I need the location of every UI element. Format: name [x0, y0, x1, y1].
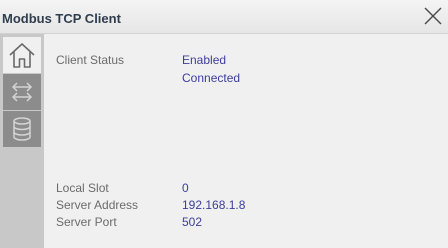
window-title: Modbus TCP Client — [2, 11, 121, 26]
close-icon — [424, 7, 442, 25]
server-address-label: Server Address — [56, 198, 139, 212]
server-port-label: Server Port — [56, 215, 117, 229]
client-status-label: Client Status — [56, 53, 125, 67]
local-slot-value: 0 — [182, 181, 189, 195]
server-address-value: 192.168.1.8 — [182, 198, 246, 212]
database-icon — [13, 117, 31, 141]
client-connection-value: Connected — [182, 71, 241, 85]
home-icon — [9, 43, 35, 68]
status-panel: Client Status Enabled Connected Local Sl… — [44, 34, 448, 248]
sidebar-item-home[interactable] — [3, 37, 41, 73]
title-bar: Modbus TCP Client — [0, 0, 448, 34]
transfer-arrows-icon — [11, 82, 33, 102]
server-port-value: 502 — [182, 215, 203, 229]
sidebar-item-database[interactable] — [3, 111, 41, 147]
close-button[interactable] — [422, 5, 444, 27]
sidebar-item-transfer[interactable] — [3, 74, 41, 110]
client-enabled-value: Enabled — [182, 53, 227, 67]
local-slot-label: Local Slot — [56, 181, 109, 195]
sidebar — [0, 34, 44, 248]
